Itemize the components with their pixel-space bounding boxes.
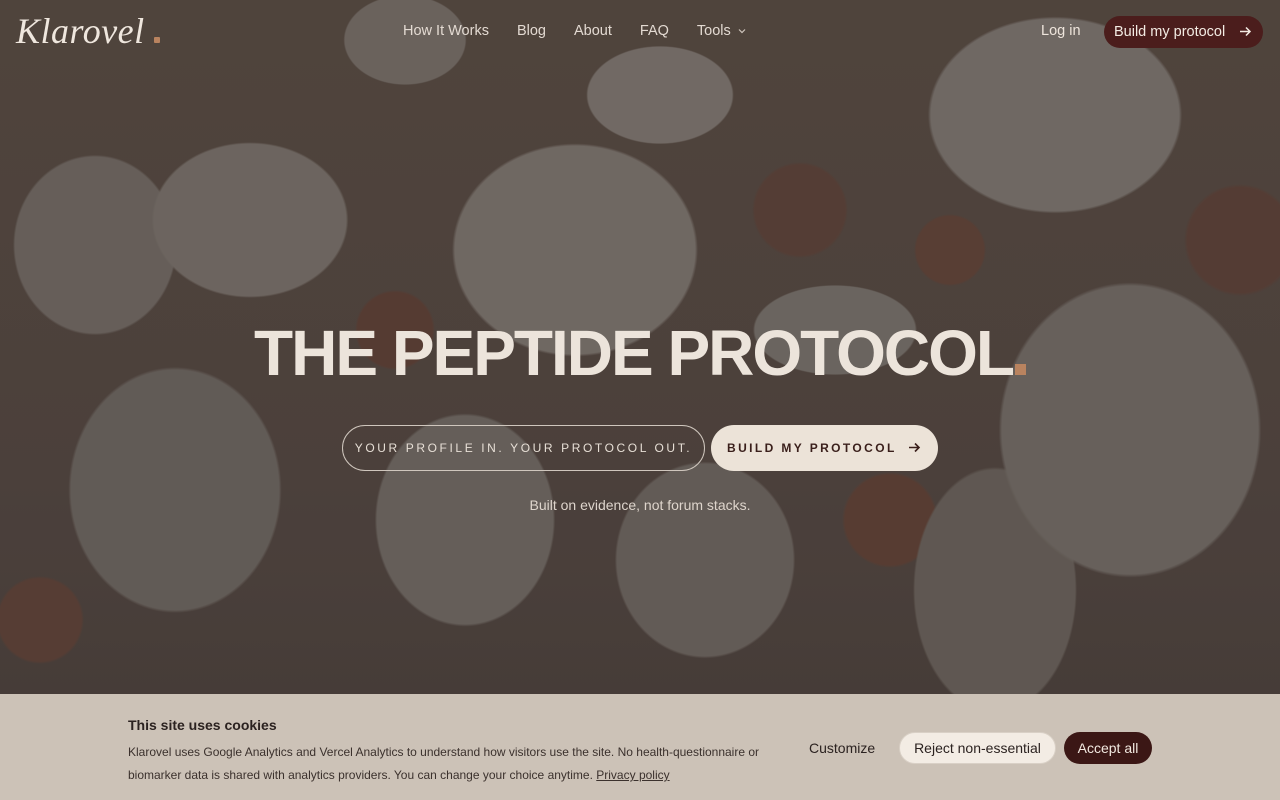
login-link[interactable]: Log in xyxy=(1041,23,1081,39)
hero-subline: Built on evidence, not forum stacks. xyxy=(529,497,751,513)
nav-item-label: Tools xyxy=(696,23,731,39)
nav-item-about[interactable]: About xyxy=(574,23,612,39)
nav-item-faq[interactable]: FAQ xyxy=(640,23,669,39)
logo[interactable]: Klarovel xyxy=(16,10,145,52)
nav-item-label: Blog xyxy=(516,23,546,39)
customize-button[interactable]: Customize xyxy=(809,740,875,756)
hero-title: THE PEPTIDE PROTOCOL xyxy=(0,316,1280,390)
nav-item-label: FAQ xyxy=(639,23,669,39)
nav-item-label: About xyxy=(573,23,612,39)
nav-item-how-it-works[interactable]: How It Works xyxy=(403,23,489,39)
title-accent-dot xyxy=(1014,364,1026,375)
nav-item-blog[interactable]: Blog xyxy=(517,23,546,39)
cookie-banner-title: This site uses cookies xyxy=(128,717,277,733)
nav-item-tools[interactable]: Tools xyxy=(696,23,746,39)
logo-accent-dot xyxy=(154,37,160,43)
build-protocol-hero-button[interactable]: BUILD MY PROTOCOL xyxy=(711,425,938,471)
button-label: Build my protocol xyxy=(1114,24,1226,40)
site-header: Klarovel How It Works Blog About FAQ Too… xyxy=(0,0,1280,64)
accept-all-button[interactable]: Accept all xyxy=(1064,732,1152,764)
cookie-banner: This site uses cookies Klarovel uses Goo… xyxy=(0,694,1280,800)
button-label: BUILD MY PROTOCOL xyxy=(727,441,897,455)
main-nav: How It Works Blog About FAQ Tools xyxy=(403,23,773,39)
build-protocol-header-button[interactable]: Build my protocol xyxy=(1104,16,1263,48)
hero-title-text: THE PEPTIDE PROTOCOL xyxy=(254,317,1015,389)
nav-item-label: How It Works xyxy=(403,23,489,39)
arrow-right-icon xyxy=(908,441,921,457)
reject-non-essential-button[interactable]: Reject non-essential xyxy=(899,732,1056,764)
hero-background-image xyxy=(0,0,1280,800)
cookie-banner-text: Klarovel uses Google Analytics and Verce… xyxy=(128,741,778,787)
tagline-pill: YOUR PROFILE IN. YOUR PROTOCOL OUT. xyxy=(342,425,705,471)
privacy-policy-link[interactable]: Privacy policy xyxy=(596,768,669,782)
chevron-down-icon xyxy=(738,28,746,35)
arrow-right-icon xyxy=(1239,25,1252,42)
